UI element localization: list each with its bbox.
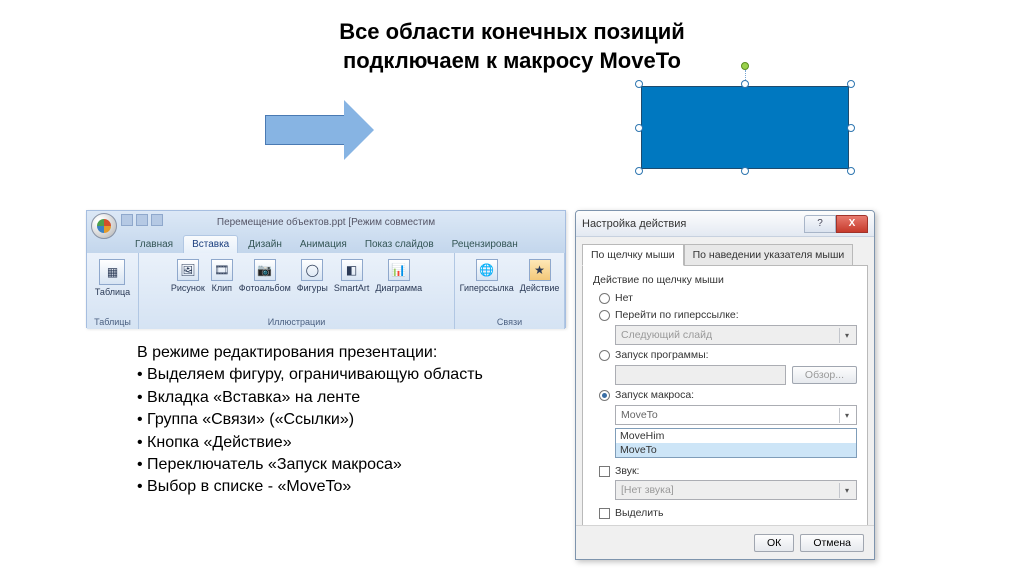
- checkbox-highlight[interactable]: Выделить: [593, 507, 857, 519]
- tab-review[interactable]: Рецензирован: [444, 236, 526, 253]
- instruction-item: • Вкладка «Вставка» на ленте: [137, 387, 483, 409]
- table-button[interactable]: ▦ Таблица: [95, 259, 130, 297]
- tab-slideshow[interactable]: Показ слайдов: [357, 236, 442, 253]
- chart-button[interactable]: 📊 Диаграмма: [375, 259, 422, 293]
- picture-button[interactable]: 🖼 Рисунок: [171, 259, 205, 293]
- quick-access-toolbar[interactable]: [121, 214, 163, 226]
- hyperlink-combo: Следующий слайд ▾: [615, 325, 857, 345]
- resize-handle[interactable]: [635, 167, 643, 175]
- resize-handle[interactable]: [741, 80, 749, 88]
- table-icon: ▦: [99, 259, 125, 285]
- tab-home[interactable]: Главная: [127, 236, 181, 253]
- clip-button[interactable]: 🎞 Клип: [211, 259, 233, 293]
- tab-on-hover[interactable]: По наведении указателя мыши: [684, 244, 854, 266]
- instructions-intro: В режиме редактирования презентации:: [137, 342, 483, 364]
- arrow-right-icon: [265, 100, 374, 160]
- sound-combo: [Нет звука] ▾: [615, 480, 857, 500]
- action-icon: ★: [529, 259, 551, 281]
- shapes-icon: ◯: [301, 259, 323, 281]
- help-button[interactable]: ?: [804, 215, 836, 233]
- radio-macro[interactable]: Запуск макроса:: [593, 388, 857, 402]
- chevron-down-icon: ▾: [839, 328, 854, 343]
- cancel-button[interactable]: Отмена: [800, 534, 864, 552]
- instruction-item: • Переключатель «Запуск макроса»: [137, 454, 483, 476]
- group-label-links: Связи: [497, 317, 522, 328]
- document-title: Перемещение объектов.ppt [Режим совмести…: [217, 217, 435, 228]
- action-group-label: Действие по щелчку мыши: [593, 274, 857, 286]
- macro-combo[interactable]: MoveTo ▾: [615, 405, 857, 425]
- group-label-illustrations: Иллюстрации: [268, 317, 326, 328]
- close-button[interactable]: X: [836, 215, 868, 233]
- tab-animation[interactable]: Анимация: [292, 236, 355, 253]
- radio-none[interactable]: Нет: [593, 291, 857, 305]
- action-button[interactable]: ★ Действие: [520, 259, 560, 293]
- instructions: В режиме редактирования презентации: • В…: [137, 342, 483, 499]
- ok-button[interactable]: ОК: [754, 534, 794, 552]
- album-icon: 📷: [254, 259, 276, 281]
- title-line-2: подключаем к макросу MoveTo: [0, 47, 1024, 76]
- ribbon-tabs: Главная Вставка Дизайн Анимация Показ сл…: [87, 233, 565, 253]
- clip-icon: 🎞: [211, 259, 233, 281]
- instruction-item: • Группа «Связи» («Ссылки»): [137, 409, 483, 431]
- photoalbum-button[interactable]: 📷 Фотоальбом: [239, 259, 291, 293]
- slide-title: Все области конечных позиций подключаем …: [0, 18, 1024, 75]
- chevron-down-icon[interactable]: ▾: [839, 408, 854, 423]
- chevron-down-icon: ▾: [839, 483, 854, 498]
- resize-handle[interactable]: [635, 124, 643, 132]
- resize-handle[interactable]: [847, 167, 855, 175]
- action-settings-dialog: Настройка действия ? X По щелчку мыши По…: [575, 210, 875, 560]
- office-button[interactable]: [91, 213, 117, 239]
- selected-shape[interactable]: [635, 80, 855, 175]
- smartart-icon: ◧: [341, 259, 363, 281]
- instruction-item: • Выделяем фигуру, ограничивающую област…: [137, 364, 483, 386]
- tab-insert[interactable]: Вставка: [183, 235, 238, 253]
- instruction-item: • Кнопка «Действие»: [137, 432, 483, 454]
- tab-on-click[interactable]: По щелчку мыши: [582, 244, 684, 266]
- group-label-tables: Таблицы: [94, 317, 131, 328]
- instruction-item: • Выбор в списке - «MoveTo»: [137, 476, 483, 498]
- list-item[interactable]: MoveTo: [616, 443, 856, 457]
- shapes-button[interactable]: ◯ Фигуры: [297, 259, 328, 293]
- dialog-title: Настройка действия: [582, 218, 686, 230]
- browse-button[interactable]: Обзор...: [792, 366, 857, 384]
- program-path-input: [615, 365, 786, 385]
- title-line-1: Все области конечных позиций: [0, 18, 1024, 47]
- radio-hyperlink[interactable]: Перейти по гиперссылке:: [593, 308, 857, 322]
- macro-listbox[interactable]: MoveHim MoveTo: [615, 428, 857, 458]
- picture-icon: 🖼: [177, 259, 199, 281]
- ribbon: Перемещение объектов.ppt [Режим совмести…: [86, 210, 566, 328]
- hyperlink-icon: 🌐: [476, 259, 498, 281]
- radio-program[interactable]: Запуск программы:: [593, 348, 857, 362]
- resize-handle[interactable]: [847, 124, 855, 132]
- rotate-handle[interactable]: [741, 62, 749, 70]
- resize-handle[interactable]: [741, 167, 749, 175]
- checkbox-sound[interactable]: Звук:: [593, 465, 857, 477]
- resize-handle[interactable]: [635, 80, 643, 88]
- resize-handle[interactable]: [847, 80, 855, 88]
- smartart-button[interactable]: ◧ SmartArt: [334, 259, 370, 293]
- hyperlink-button[interactable]: 🌐 Гиперссылка: [460, 259, 514, 293]
- chart-icon: 📊: [388, 259, 410, 281]
- list-item[interactable]: MoveHim: [616, 429, 856, 443]
- tab-design[interactable]: Дизайн: [240, 236, 290, 253]
